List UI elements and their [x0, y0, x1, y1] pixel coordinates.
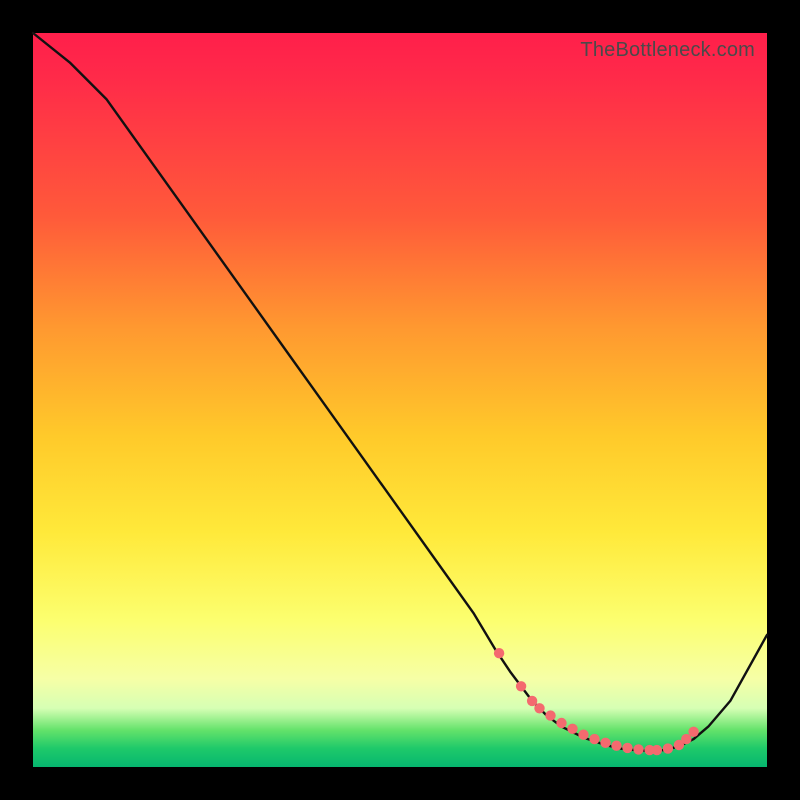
highlight-dot: [567, 724, 577, 734]
highlight-dot: [688, 727, 698, 737]
highlight-dot: [556, 718, 566, 728]
highlight-dot: [545, 710, 555, 720]
chart-plot-area: TheBottleneck.com: [33, 33, 767, 767]
highlight-dot: [611, 741, 621, 751]
highlight-dot: [578, 730, 588, 740]
highlight-dot: [494, 648, 504, 658]
highlight-dot: [652, 745, 662, 755]
highlight-dot: [600, 738, 610, 748]
chart-svg: [33, 33, 767, 767]
highlight-dot: [663, 743, 673, 753]
highlight-dot: [516, 681, 526, 691]
highlight-dot: [622, 743, 632, 753]
highlight-dot: [589, 734, 599, 744]
highlight-dot-group: [494, 648, 699, 755]
chart-frame: TheBottleneck.com: [0, 0, 800, 800]
highlight-dot: [534, 703, 544, 713]
bottleneck-curve: [33, 33, 767, 751]
highlight-dot: [527, 696, 537, 706]
highlight-dot: [633, 744, 643, 754]
